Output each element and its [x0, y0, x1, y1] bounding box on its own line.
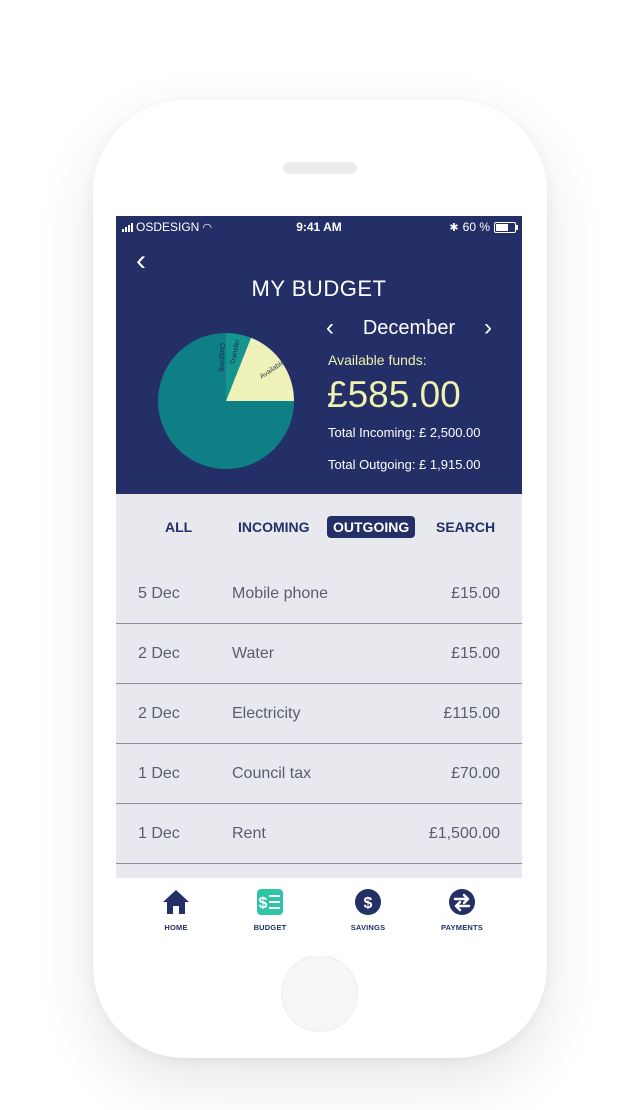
prev-month-chevron-icon[interactable]: ‹	[326, 314, 334, 342]
bluetooth-icon: ✱	[449, 221, 459, 234]
tab-payments-label: PAYMENTS	[440, 923, 484, 932]
filter-incoming[interactable]: INCOMING	[238, 519, 310, 535]
battery-label: 60 %	[462, 220, 490, 234]
app-screen: OSDESIGN ◠ 9:41 AM ✱ 60 % ‹ MY BUDGET Ou…	[116, 216, 522, 956]
month-label: December	[362, 317, 456, 339]
transaction-list: 5 Dec Mobile phone £15.00 2 Dec Water £1…	[116, 564, 522, 878]
page-title: MY BUDGET	[251, 276, 387, 301]
available-funds-amount: £585.00	[327, 374, 461, 415]
budget-pie-chart: Outgoing TransferAvailable	[158, 333, 294, 469]
dollar-coin-icon: $	[355, 889, 381, 915]
tab-home-label: HOME	[164, 923, 188, 932]
status-bar: OSDESIGN ◠ 9:41 AM ✱ 60 %	[116, 216, 522, 238]
svg-text:$: $	[364, 895, 373, 912]
filter-search[interactable]: SEARCH	[436, 519, 495, 535]
transaction-name: Council tax	[232, 765, 312, 782]
filter-all[interactable]: ALL	[165, 519, 192, 535]
bottom-tab-bar: HOME $ BUDGET $ SAVINGS PAYMENTS	[116, 878, 522, 956]
back-chevron-icon[interactable]: ‹	[136, 246, 146, 276]
transfer-arrows-icon	[449, 889, 475, 915]
svg-text:$: $	[259, 895, 268, 912]
home-icon	[163, 890, 189, 914]
transaction-amount: £15.00	[451, 645, 500, 662]
transaction-date: 2 Dec	[138, 705, 180, 722]
status-right: ✱ 60 %	[449, 220, 518, 234]
pie-label-outgoing: Outgoing	[218, 343, 225, 372]
transaction-name: Rent	[232, 825, 266, 842]
transaction-date: 1 Dec	[138, 765, 180, 782]
phone-speaker	[283, 162, 357, 174]
transaction-row[interactable]: 2 Dec Electricity £115.00	[116, 684, 522, 744]
transaction-name: Mobile phone	[232, 585, 329, 602]
transaction-amount: £70.00	[451, 765, 500, 782]
available-funds-label: Available funds:	[328, 352, 427, 368]
phone-home-button[interactable]	[281, 955, 358, 1032]
budget-list-icon: $	[257, 889, 283, 915]
transaction-date: 5 Dec	[138, 585, 180, 602]
transaction-date: 1 Dec	[138, 825, 180, 842]
transaction-row[interactable]: 2 Dec Water £15.00	[116, 624, 522, 684]
battery-icon	[494, 221, 518, 233]
tab-savings[interactable]: $ SAVINGS	[328, 888, 408, 932]
tab-payments[interactable]: PAYMENTS	[422, 888, 502, 932]
filter-outgoing[interactable]: OUTGOING	[327, 516, 416, 538]
filter-bar: ALL INCOMING OUTGOING SEARCH	[116, 494, 522, 564]
tab-savings-label: SAVINGS	[350, 923, 386, 932]
budget-header: OSDESIGN ◠ 9:41 AM ✱ 60 % ‹ MY BUDGET Ou…	[116, 216, 522, 494]
transaction-row[interactable]: 5 Dec Mobile phone £15.00	[116, 564, 522, 624]
tab-budget[interactable]: $ BUDGET	[230, 888, 310, 932]
transaction-name: Electricity	[232, 705, 301, 722]
transaction-date: 2 Dec	[138, 645, 180, 662]
total-incoming: Total Incoming: £ 2,500.00	[328, 425, 481, 440]
total-outgoing: Total Outgoing: £ 1,915.00	[328, 457, 481, 472]
next-month-chevron-icon[interactable]: ›	[484, 314, 492, 342]
transaction-name: Water	[232, 645, 275, 662]
transaction-row[interactable]: 1 Dec Rent £1,500.00	[116, 804, 522, 864]
tab-budget-label: BUDGET	[253, 923, 287, 932]
transaction-amount: £15.00	[451, 585, 500, 602]
transaction-amount: £1,500.00	[428, 825, 500, 842]
tab-home[interactable]: HOME	[136, 888, 216, 932]
transaction-row[interactable]: 1 Dec Council tax £70.00	[116, 744, 522, 804]
transaction-amount: £115.00	[443, 705, 500, 722]
